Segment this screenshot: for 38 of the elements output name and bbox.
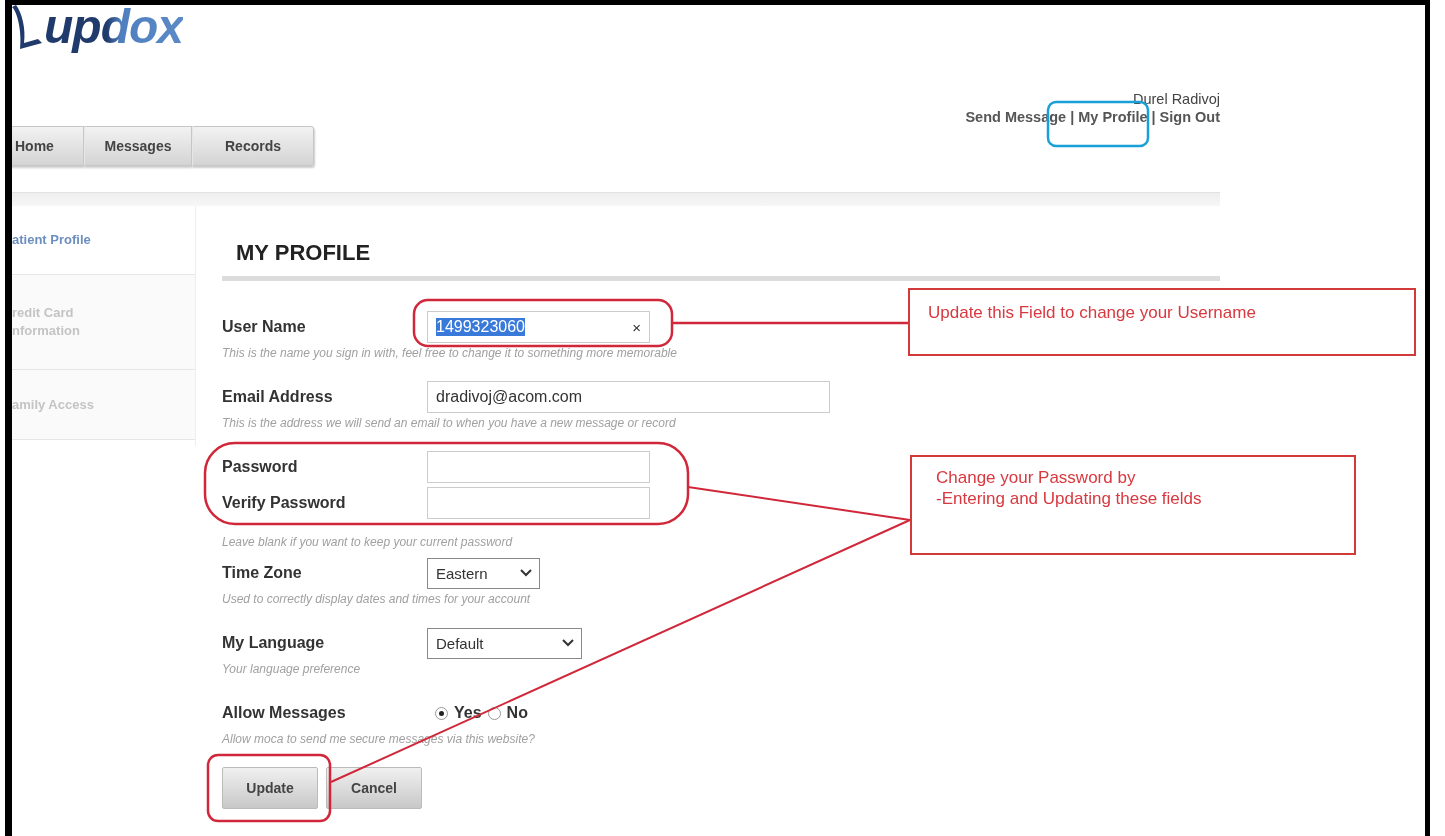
text-field[interactable]: dradivoj@acom.com (427, 381, 830, 413)
annotation-callout: Change your Password by -Entering and Updating these fields (910, 455, 1356, 555)
nav-tab[interactable]: Records (192, 126, 314, 166)
header-link[interactable]: My Profile (1078, 109, 1148, 125)
user-name: Durel Radivoj (1132, 91, 1220, 107)
radio-label[interactable]: No (506, 704, 528, 722)
text-field[interactable]: 1499323060 × (427, 311, 650, 343)
password-field[interactable] (427, 487, 650, 519)
page-title: MY PROFILE (236, 240, 372, 266)
nav-tab[interactable]: Messages (84, 126, 192, 166)
dropdown[interactable]: Eastern (427, 557, 540, 589)
field-label: User Name (222, 318, 307, 336)
clear-icon[interactable]: × (632, 318, 641, 336)
field-label: Password (222, 458, 299, 476)
field-hint: Used to correctly display dates and times for your account (222, 592, 531, 606)
field-label: Email Address (222, 388, 334, 406)
form-button[interactable]: Update (222, 767, 318, 809)
field-label: Allow Messages (222, 704, 347, 722)
field-label: Time Zone (222, 564, 303, 582)
nav-tab[interactable]: Home (12, 126, 84, 166)
chevron-icon (561, 638, 575, 648)
password-field[interactable] (427, 451, 650, 483)
dropdown[interactable]: Default (427, 627, 582, 659)
logo: updox (44, 5, 183, 55)
link-separator: | (1070, 109, 1075, 125)
form-button[interactable]: Cancel (326, 767, 422, 809)
field-label: My Language (222, 634, 326, 652)
field-label: Verify Password (222, 494, 347, 512)
field-hint: This is the address we will send an email to when you have a new message or record (222, 416, 676, 430)
field-hint: Your language preference (222, 662, 361, 676)
link-separator: | (1151, 109, 1156, 125)
annotation-callout: Update this Field to change your Username (908, 288, 1416, 356)
radio-button[interactable] (435, 706, 448, 720)
radio-label[interactable]: Yes (454, 704, 482, 722)
header-link[interactable]: Sign Out (1159, 109, 1220, 125)
field-hint: This is the name you sign in with, feel free to change it to something more memorable (222, 346, 677, 360)
chevron-icon (519, 568, 533, 578)
field-hint: Leave blank if you want to keep your current password (222, 535, 513, 549)
